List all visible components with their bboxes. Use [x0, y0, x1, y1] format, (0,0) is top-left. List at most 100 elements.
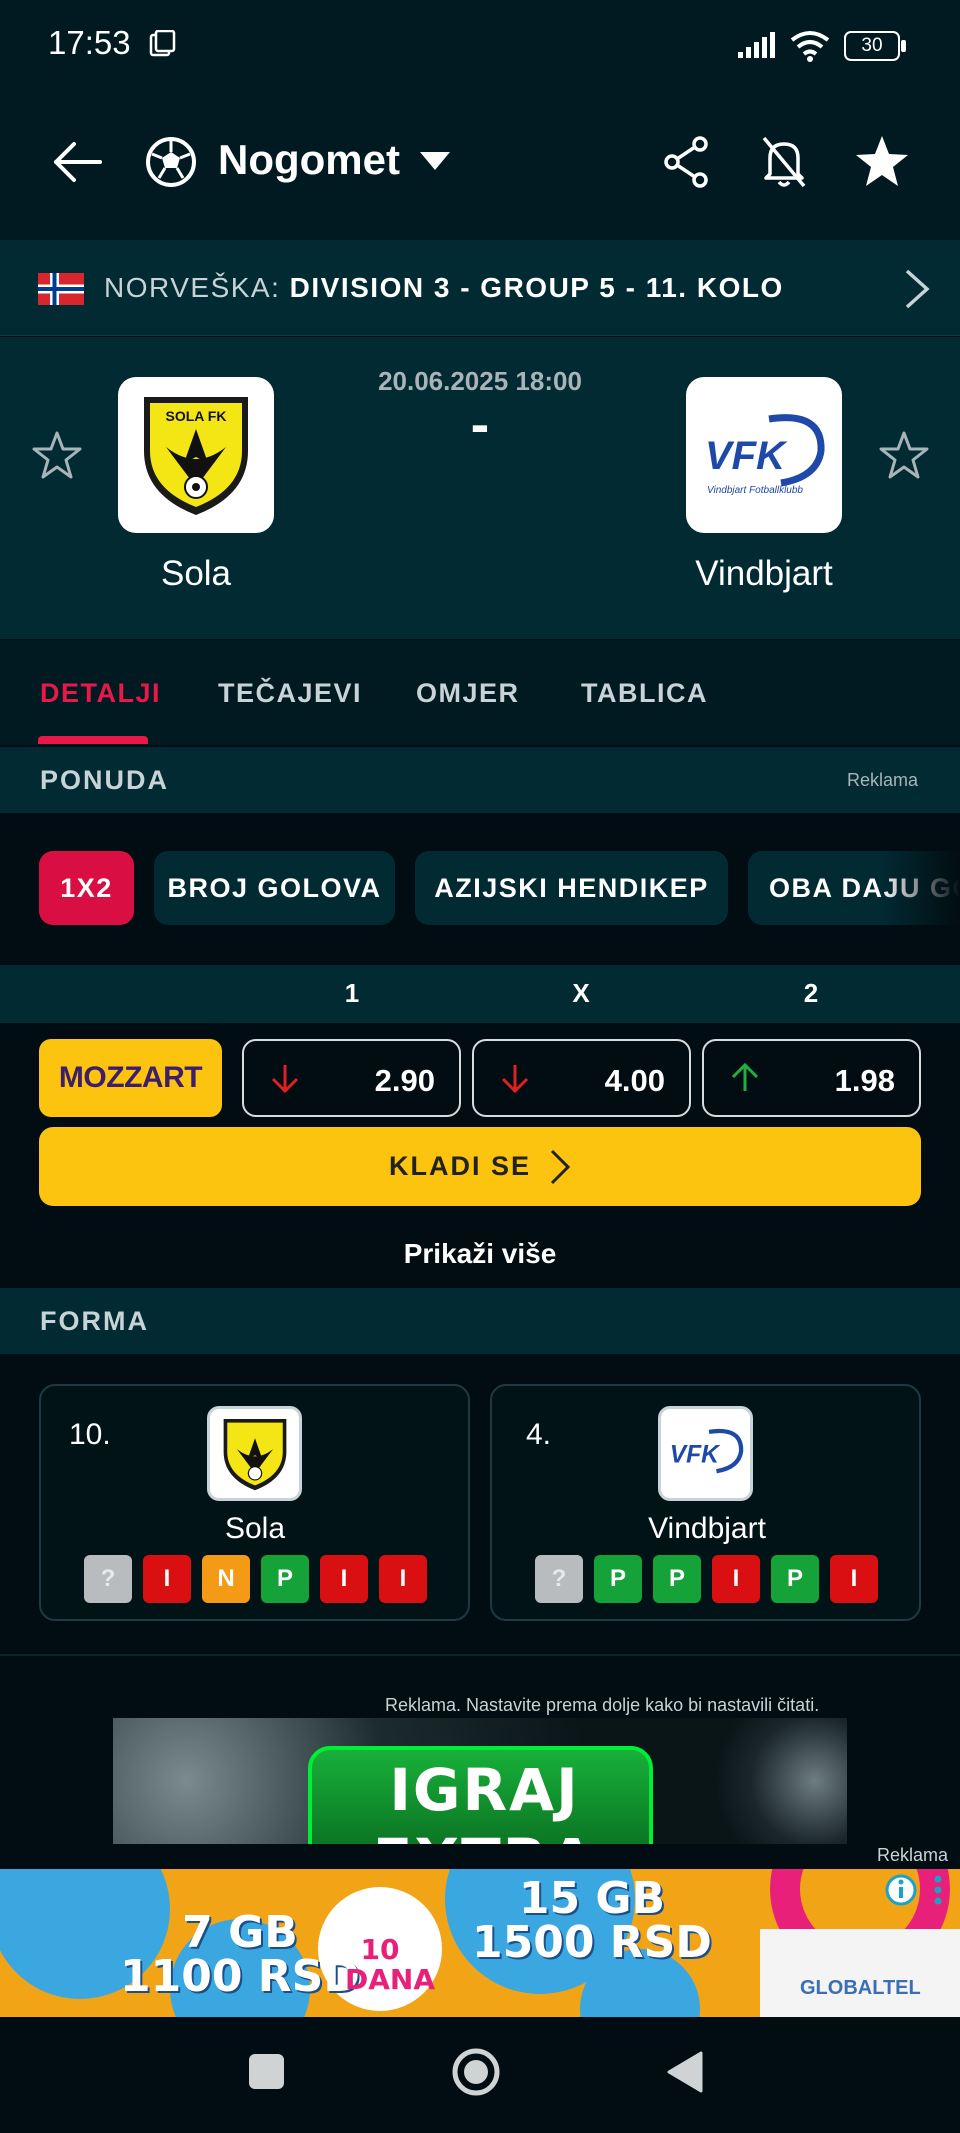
form-badge: P — [653, 1555, 701, 1603]
favorite-star-icon[interactable] — [854, 134, 910, 188]
odds-col-x: X — [572, 978, 590, 1008]
status-time: 17:53 — [48, 24, 131, 61]
ad-info-icon[interactable] — [884, 1873, 918, 1907]
away-favorite-star-icon[interactable] — [879, 430, 929, 480]
vfk-mini-logo: VFK — [658, 1406, 753, 1501]
form-badge: ? — [535, 1555, 583, 1603]
league-country: NORVEŠKA: — [104, 272, 281, 303]
away-team-logo[interactable]: VFK Vindbjart Fotballklubb — [686, 377, 842, 533]
tab-detalji[interactable]: DETALJI — [40, 678, 161, 709]
tab-omjer[interactable]: OMJER — [416, 678, 520, 709]
ad-banner-globaltel[interactable]: 7 GB 1100 RSD 10 DANA 15 GB 1500 RSD GLO… — [0, 1869, 960, 2017]
form-badge: ? — [84, 1555, 132, 1603]
odd-draw-value: 4.00 — [604, 1063, 665, 1098]
tab-tecajevi[interactable]: TEČAJEVI — [218, 678, 362, 709]
back-arrow-icon[interactable] — [50, 138, 104, 186]
ad-more-icon[interactable] — [928, 1873, 948, 1907]
form-badge: I — [320, 1555, 368, 1603]
form-card-away[interactable]: 4. VFK Vindbjart ? P P I P I — [490, 1384, 921, 1621]
ad-mid-days: 10 — [360, 1933, 400, 1966]
ad-mid-label: DANA — [345, 1963, 436, 1996]
form-badge: I — [143, 1555, 191, 1603]
form-team-name: Sola — [224, 1512, 286, 1545]
trend-up-icon — [731, 1062, 759, 1091]
ad-offer-mid: 10 DANA — [345, 1933, 436, 1996]
tab-tablica[interactable]: TABLICA — [581, 678, 708, 709]
svg-text:VFK: VFK — [669, 1441, 720, 1468]
bookmaker-mozzart-logo[interactable]: MOZZART — [39, 1039, 222, 1117]
form-team-name: Vindbjart — [648, 1512, 766, 1545]
chevron-down-icon[interactable] — [418, 150, 452, 172]
chip-azijski-hendikep[interactable]: AZIJSKI HENDIKEP — [415, 851, 728, 925]
sport-title[interactable]: Nogomet — [218, 136, 400, 184]
team-rank: 4. — [526, 1418, 552, 1451]
home-button-icon[interactable] — [451, 2047, 501, 2097]
screen-record-icon — [149, 30, 176, 57]
forma-title: FORMA — [40, 1306, 149, 1336]
odds-col-2: 2 — [803, 978, 819, 1008]
chevron-right-icon[interactable] — [903, 267, 931, 311]
ad-label: Reklama — [877, 1845, 949, 1865]
battery-level: 30 — [861, 35, 883, 56]
share-icon[interactable] — [662, 135, 710, 189]
form-card-home[interactable]: 10. Sola ? I N P I I — [39, 1384, 470, 1621]
vfk-crest-icon: VFK Vindbjart Fotballklubb — [705, 414, 825, 496]
chips-fade — [880, 851, 960, 925]
battery-indicator: 30 — [844, 31, 900, 61]
football-icon — [146, 137, 196, 187]
ad-banner-text: IGRAJ — [389, 1756, 580, 1824]
odd-home[interactable]: 2.90 — [242, 1039, 461, 1117]
notifications-off-icon[interactable] — [758, 134, 810, 190]
svg-text:SOLA FK: SOLA FK — [166, 408, 227, 424]
bet-button-label: KLADI SE — [388, 1151, 531, 1181]
chip-1x2[interactable]: 1X2 — [39, 851, 134, 925]
ad-scroll-note: Reklama. Nastavite prema dolje kako bi n… — [385, 1695, 820, 1715]
ad-right-price: 1500 RSD — [472, 1917, 712, 1968]
recents-button-icon[interactable] — [249, 2054, 284, 2089]
team-rank: 10. — [69, 1418, 111, 1451]
ad-left-gb: 7 GB — [182, 1907, 298, 1958]
home-team-name[interactable]: Sola — [66, 554, 326, 594]
show-more-link[interactable]: Prikaži više — [0, 1238, 960, 1270]
signal-icon — [738, 32, 775, 58]
market-chips-scroller[interactable]: 1X2 BROJ GOLOVA AZIJSKI HENDIKEP OBA DAJ… — [0, 825, 960, 945]
odd-away-value: 1.98 — [834, 1063, 895, 1098]
bet-button[interactable]: KLADI SE — [39, 1127, 921, 1206]
odd-draw[interactable]: 4.00 — [472, 1039, 691, 1117]
form-results: ? P P I P I — [535, 1555, 878, 1603]
section-divider — [0, 1654, 960, 1656]
trend-down-icon — [271, 1065, 299, 1094]
battery-tip — [901, 40, 906, 52]
odd-home-value: 2.90 — [374, 1063, 435, 1098]
chip-broj-golova[interactable]: BROJ GOLOVA — [154, 851, 395, 925]
sola-crest-icon — [223, 1418, 286, 1490]
top-app-bar — [0, 90, 960, 240]
home-team-logo[interactable]: SOLA FK — [118, 377, 274, 533]
back-button-icon[interactable] — [665, 2049, 705, 2095]
ad-left-price: 1100 RSD — [120, 1951, 360, 2002]
chevron-right-icon — [550, 1149, 571, 1184]
sola-mini-logo — [207, 1406, 302, 1501]
ad-brand: GLOBALTEL — [800, 1977, 921, 1999]
home-favorite-star-icon[interactable] — [32, 430, 82, 480]
odd-away[interactable]: 1.98 — [702, 1039, 921, 1117]
away-team-name[interactable]: Vindbjart — [634, 554, 894, 594]
ad-banner-text-cut: EXTRA BET — [312, 1826, 657, 1844]
form-badge: P — [594, 1555, 642, 1603]
ad-spotlight — [687, 1718, 847, 1844]
ad-offer-left: 7 GB 1100 RSD — [120, 1911, 360, 1999]
form-badge: I — [830, 1555, 878, 1603]
ponuda-title: PONUDA — [40, 765, 170, 795]
ad-right-gb: 15 GB — [518, 1873, 666, 1924]
league-name: DIVISION 3 - GROUP 5 - 11. KOLO — [289, 272, 784, 303]
tab-active-indicator — [38, 736, 148, 744]
form-results: ? I N P I I — [84, 1555, 427, 1603]
form-badge: P — [771, 1555, 819, 1603]
vfk-crest-icon: VFK — [669, 1428, 743, 1473]
match-score: - — [470, 392, 490, 455]
ad-banner-extrabet[interactable]: IGRAJ EXTRA BET — [113, 1718, 847, 1844]
sola-crest-icon: SOLA FK — [144, 397, 248, 515]
svg-text:VFK: VFK — [705, 434, 788, 478]
ad-button-shape: IGRAJ EXTRA BET — [308, 1746, 653, 1844]
svg-text:Vindbjart Fotballklubb: Vindbjart Fotballklubb — [707, 485, 803, 496]
